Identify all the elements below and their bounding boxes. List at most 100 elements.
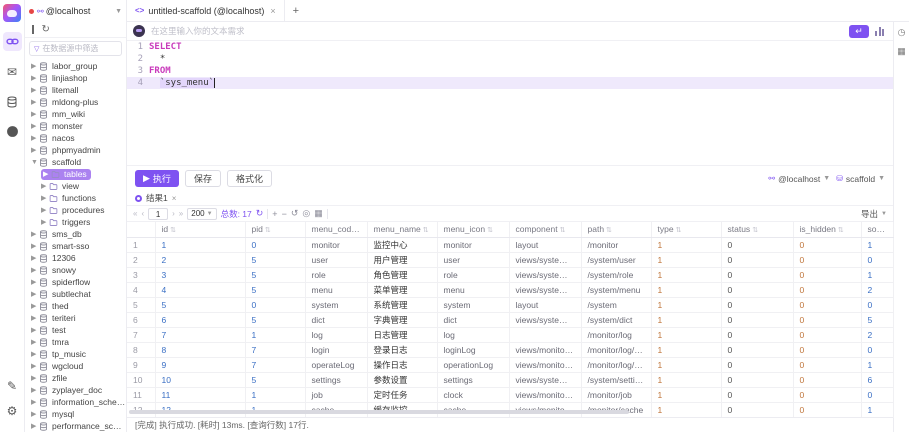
chevron-right-icon[interactable]: ▶: [31, 326, 39, 334]
cell-pid[interactable]: 5: [245, 372, 305, 387]
sort-icon[interactable]: ⇅: [265, 227, 271, 234]
cell-sort[interactable]: 1: [861, 402, 893, 417]
cell-sort[interactable]: 6: [861, 372, 893, 387]
save-button[interactable]: 保存: [185, 170, 221, 187]
cell-path[interactable]: /system/dict: [581, 312, 651, 327]
cell-pid[interactable]: 5: [245, 282, 305, 297]
connections-icon[interactable]: [3, 32, 22, 51]
cell-menu_code[interactable]: job: [305, 387, 367, 402]
cell-pid[interactable]: 7: [245, 342, 305, 357]
sort-icon[interactable]: ⇅: [423, 227, 429, 234]
table-row[interactable]: 445menu菜单管理menuviews/system/menu/system/…: [127, 282, 893, 297]
view-sql-icon[interactable]: ▦: [314, 208, 323, 219]
cell-sort[interactable]: 2: [861, 282, 893, 297]
connection-selector[interactable]: ⚯ @localhost ▼: [25, 0, 126, 22]
chevron-right-icon[interactable]: ▶: [41, 218, 49, 226]
cell-menu_code[interactable]: operateLog: [305, 357, 367, 372]
column-header-menu_icon[interactable]: menu_icon⇅: [437, 222, 509, 237]
tree-item-sms_db[interactable]: ▶sms_db: [25, 228, 126, 240]
tree-item-12306[interactable]: ▶12306: [25, 252, 126, 264]
editor-line[interactable]: 1SELECT: [127, 41, 893, 53]
chevron-right-icon[interactable]: ▶: [31, 398, 39, 406]
tree-item-wgcloud[interactable]: ▶wgcloud: [25, 360, 126, 372]
cell-status[interactable]: 0: [721, 297, 793, 312]
cell-rownum[interactable]: 11: [127, 387, 155, 402]
cell-status[interactable]: 0: [721, 372, 793, 387]
chevron-right-icon[interactable]: ▶: [31, 386, 39, 394]
tree-item-tp_music[interactable]: ▶tp_music: [25, 348, 126, 360]
table-row[interactable]: 665dict字典管理dictviews/system/dict/system/…: [127, 312, 893, 327]
cell-pid[interactable]: 0: [245, 237, 305, 252]
cell-pid[interactable]: 7: [245, 357, 305, 372]
chevron-right-icon[interactable]: ▶: [31, 362, 39, 370]
cell-type[interactable]: 1: [651, 252, 721, 267]
tree-item-nacos[interactable]: ▶nacos: [25, 132, 126, 144]
tree-item-labor_group[interactable]: ▶labor_group: [25, 60, 126, 72]
settings-gear-icon[interactable]: ⚙: [3, 401, 22, 420]
tree-item-mysql[interactable]: ▶mysql: [25, 408, 126, 420]
new-tab-button[interactable]: +: [285, 0, 307, 21]
chevron-right-icon[interactable]: ▶: [31, 74, 39, 82]
cell-path[interactable]: /system/settings: [581, 372, 651, 387]
chevron-down-icon[interactable]: ▼: [31, 159, 39, 166]
sort-icon[interactable]: ⇅: [838, 227, 844, 234]
cell-path[interactable]: /monitor/log/operation: [581, 357, 651, 372]
cell-id[interactable]: 1: [155, 237, 245, 252]
cell-sort[interactable]: 1: [861, 267, 893, 282]
cell-menu_icon[interactable]: menu: [437, 282, 509, 297]
cell-menu_code[interactable]: login: [305, 342, 367, 357]
export-button[interactable]: 导出 ▼: [861, 208, 887, 220]
chevron-right-icon[interactable]: ▶: [31, 374, 39, 382]
cell-menu_icon[interactable]: system: [437, 297, 509, 312]
tree-item-subtlechat[interactable]: ▶subtlechat: [25, 288, 126, 300]
cell-menu_icon[interactable]: clock: [437, 387, 509, 402]
cell-type[interactable]: 1: [651, 342, 721, 357]
column-header-menu_code[interactable]: menu_code⇅: [305, 222, 367, 237]
cell-id[interactable]: 10: [155, 372, 245, 387]
cell-type[interactable]: 1: [651, 402, 721, 417]
cell-rownum[interactable]: 10: [127, 372, 155, 387]
chart-icon[interactable]: [875, 26, 887, 36]
table-row[interactable]: 110monitor监控中心monitorlayout/monitor1001: [127, 237, 893, 252]
cell-component[interactable]: layout: [509, 297, 581, 312]
next-page-button[interactable]: ›: [172, 209, 175, 218]
cell-menu_icon[interactable]: monitor: [437, 237, 509, 252]
cell-is_hidden[interactable]: 0: [793, 357, 861, 372]
tree-item-mm_wiki[interactable]: ▶mm_wiki: [25, 108, 126, 120]
chevron-right-icon[interactable]: ▶: [41, 194, 49, 202]
cell-component[interactable]: layout: [509, 237, 581, 252]
ai-input[interactable]: 在这里输入你的文本需求: [151, 25, 843, 37]
cell-menu_name[interactable]: 用户管理: [367, 252, 437, 267]
format-button[interactable]: 格式化: [227, 170, 272, 187]
chevron-right-icon[interactable]: ▶: [31, 62, 39, 70]
chevron-right-icon[interactable]: ▶: [31, 338, 39, 346]
cell-type[interactable]: 1: [651, 282, 721, 297]
chevron-right-icon[interactable]: ▶: [31, 278, 39, 286]
tree-item-spiderflow[interactable]: ▶spiderflow: [25, 276, 126, 288]
cell-is_hidden[interactable]: 0: [793, 327, 861, 342]
last-page-button[interactable]: »: [179, 209, 183, 218]
tree-item-performance_schema[interactable]: ▶performance_schema: [25, 420, 126, 432]
cell-menu_name[interactable]: 字典管理: [367, 312, 437, 327]
tree-item-linjiashop[interactable]: ▶linjiashop: [25, 72, 126, 84]
result-tab[interactable]: 结果1: [146, 192, 168, 204]
cell-rownum[interactable]: 9: [127, 357, 155, 372]
sort-icon[interactable]: ⇅: [752, 227, 758, 234]
sort-icon[interactable]: ⇅: [487, 227, 493, 234]
cell-pid[interactable]: 1: [245, 387, 305, 402]
table-row[interactable]: 225user用户管理userviews/system/user/system/…: [127, 252, 893, 267]
cell-rownum[interactable]: 8: [127, 342, 155, 357]
cell-status[interactable]: 0: [721, 252, 793, 267]
cell-menu_code[interactable]: dict: [305, 312, 367, 327]
cell-sort[interactable]: 0: [861, 252, 893, 267]
tree-item-functions[interactable]: ▶functions: [25, 192, 126, 204]
cell-is_hidden[interactable]: 0: [793, 372, 861, 387]
tree-item-mldong-plus[interactable]: ▶mldong-plus: [25, 96, 126, 108]
refresh-icon[interactable]: ↻: [42, 25, 50, 35]
table-row[interactable]: 550system系统管理systemlayout/system1000: [127, 297, 893, 312]
sql-editor[interactable]: 1SELECT2 *3FROM4 `sys_menu`: [127, 41, 893, 165]
tree-item-test[interactable]: ▶test: [25, 324, 126, 336]
editor-line[interactable]: 4 `sys_menu`: [127, 77, 893, 89]
snippet-icon[interactable]: ▦: [897, 46, 906, 57]
column-header-status[interactable]: status⇅: [721, 222, 793, 237]
